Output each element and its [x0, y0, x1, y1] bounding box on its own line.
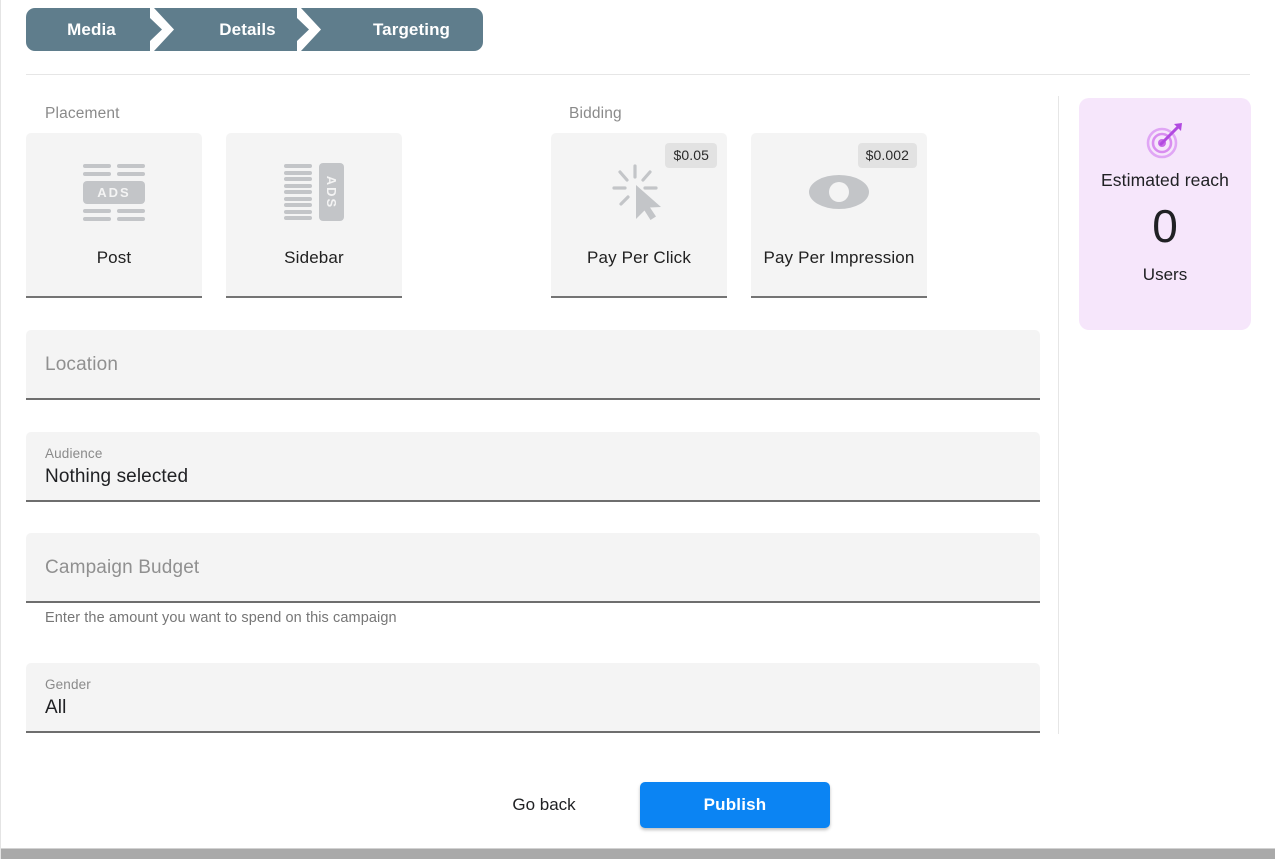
- target-dart-icon: [1079, 120, 1251, 160]
- bidding-option-label: Pay Per Click: [587, 248, 691, 267]
- go-back-button[interactable]: Go back: [489, 784, 599, 826]
- audience-field[interactable]: Audience Nothing selected: [26, 432, 1040, 502]
- gender-label: Gender: [45, 677, 91, 692]
- placement-section-label: Placement: [45, 105, 120, 122]
- audience-label: Audience: [45, 446, 103, 461]
- cursor-click-icon: [551, 161, 727, 223]
- estimated-reach-unit: Users: [1142, 265, 1188, 284]
- placement-option-post[interactable]: ADS Post: [26, 133, 202, 298]
- location-field[interactable]: Location: [26, 330, 1040, 400]
- stepper-step-media[interactable]: Media: [26, 8, 175, 51]
- chevron-right-icon: [297, 8, 323, 51]
- bidding-option-pay-per-click[interactable]: $0.05 Pay Per Click: [551, 133, 727, 298]
- stepper-step-details[interactable]: Details: [175, 8, 322, 51]
- ads-badge-label: ADS: [324, 175, 340, 209]
- campaign-targeting-page: Media Details Targeting Placement Biddin…: [0, 0, 1275, 859]
- stepper-step-targeting[interactable]: Targeting: [322, 8, 483, 51]
- ads-badge-label: ADS: [83, 180, 145, 204]
- header-divider: [26, 74, 1250, 75]
- bottom-scrollbar[interactable]: [1, 848, 1275, 859]
- location-placeholder: Location: [45, 354, 119, 375]
- ads-sidebar-icon: ADS: [226, 161, 402, 223]
- placement-option-sidebar[interactable]: ADS Sidebar: [226, 133, 402, 298]
- bidding-option-pay-per-impression[interactable]: $0.002 Pay Per Impression: [751, 133, 927, 298]
- campaign-budget-placeholder: Campaign Budget: [45, 557, 200, 578]
- campaign-budget-helper-text: Enter the amount you want to spend on th…: [45, 610, 397, 626]
- bidding-option-label: Pay Per Impression: [763, 248, 915, 267]
- stepper-step-label: Details: [219, 19, 276, 39]
- ads-post-icon: ADS: [26, 161, 202, 223]
- stepper-step-label: Media: [67, 19, 116, 39]
- eye-icon: [751, 161, 927, 223]
- gender-value: All: [45, 697, 67, 718]
- estimated-reach-card: Estimated reach 0 Users: [1079, 98, 1251, 330]
- bidding-section-label: Bidding: [569, 105, 622, 122]
- publish-button[interactable]: Publish: [640, 782, 830, 828]
- panel-divider: [1058, 96, 1059, 734]
- estimated-reach-value: 0: [1152, 200, 1178, 252]
- chevron-right-icon: [150, 8, 176, 51]
- audience-value: Nothing selected: [45, 466, 189, 487]
- gender-field[interactable]: Gender All: [26, 663, 1040, 733]
- placement-option-label: Post: [96, 248, 132, 267]
- wizard-stepper: Media Details Targeting: [26, 8, 483, 51]
- campaign-budget-field[interactable]: Campaign Budget: [26, 533, 1040, 603]
- stepper-step-label: Targeting: [372, 19, 451, 39]
- placement-option-label: Sidebar: [284, 248, 344, 267]
- estimated-reach-title: Estimated reach: [1101, 170, 1229, 190]
